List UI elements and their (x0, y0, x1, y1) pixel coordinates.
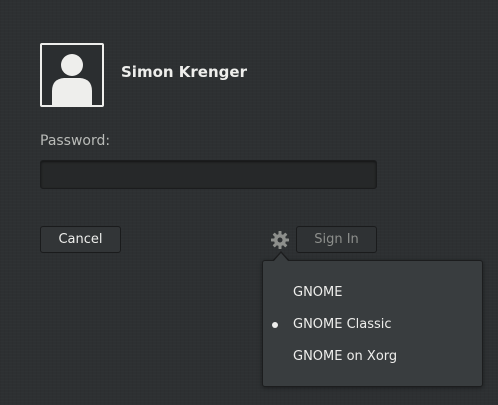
session-item-gnome[interactable]: GNOME (263, 279, 482, 307)
session-item-label: GNOME Classic (293, 317, 392, 332)
user-icon (52, 54, 92, 105)
password-label: Password: (40, 133, 111, 149)
user-avatar[interactable] (40, 43, 104, 107)
username: Simon Krenger (121, 63, 247, 81)
sign-in-button[interactable]: Sign In (296, 226, 377, 253)
session-item-label: GNOME on Xorg (293, 349, 398, 364)
cancel-button[interactable]: Cancel (40, 226, 121, 253)
selected-bullet-icon (272, 322, 278, 328)
password-field[interactable] (40, 160, 377, 189)
session-item-gnome-classic[interactable]: GNOME Classic (263, 311, 482, 339)
session-menu: GNOME GNOME Classic GNOME on Xorg (262, 260, 483, 387)
session-item-gnome-on-xorg[interactable]: GNOME on Xorg (263, 343, 482, 371)
session-item-label: GNOME (293, 285, 343, 300)
popover-arrow-fill (273, 253, 289, 262)
gear-icon[interactable] (270, 230, 290, 250)
